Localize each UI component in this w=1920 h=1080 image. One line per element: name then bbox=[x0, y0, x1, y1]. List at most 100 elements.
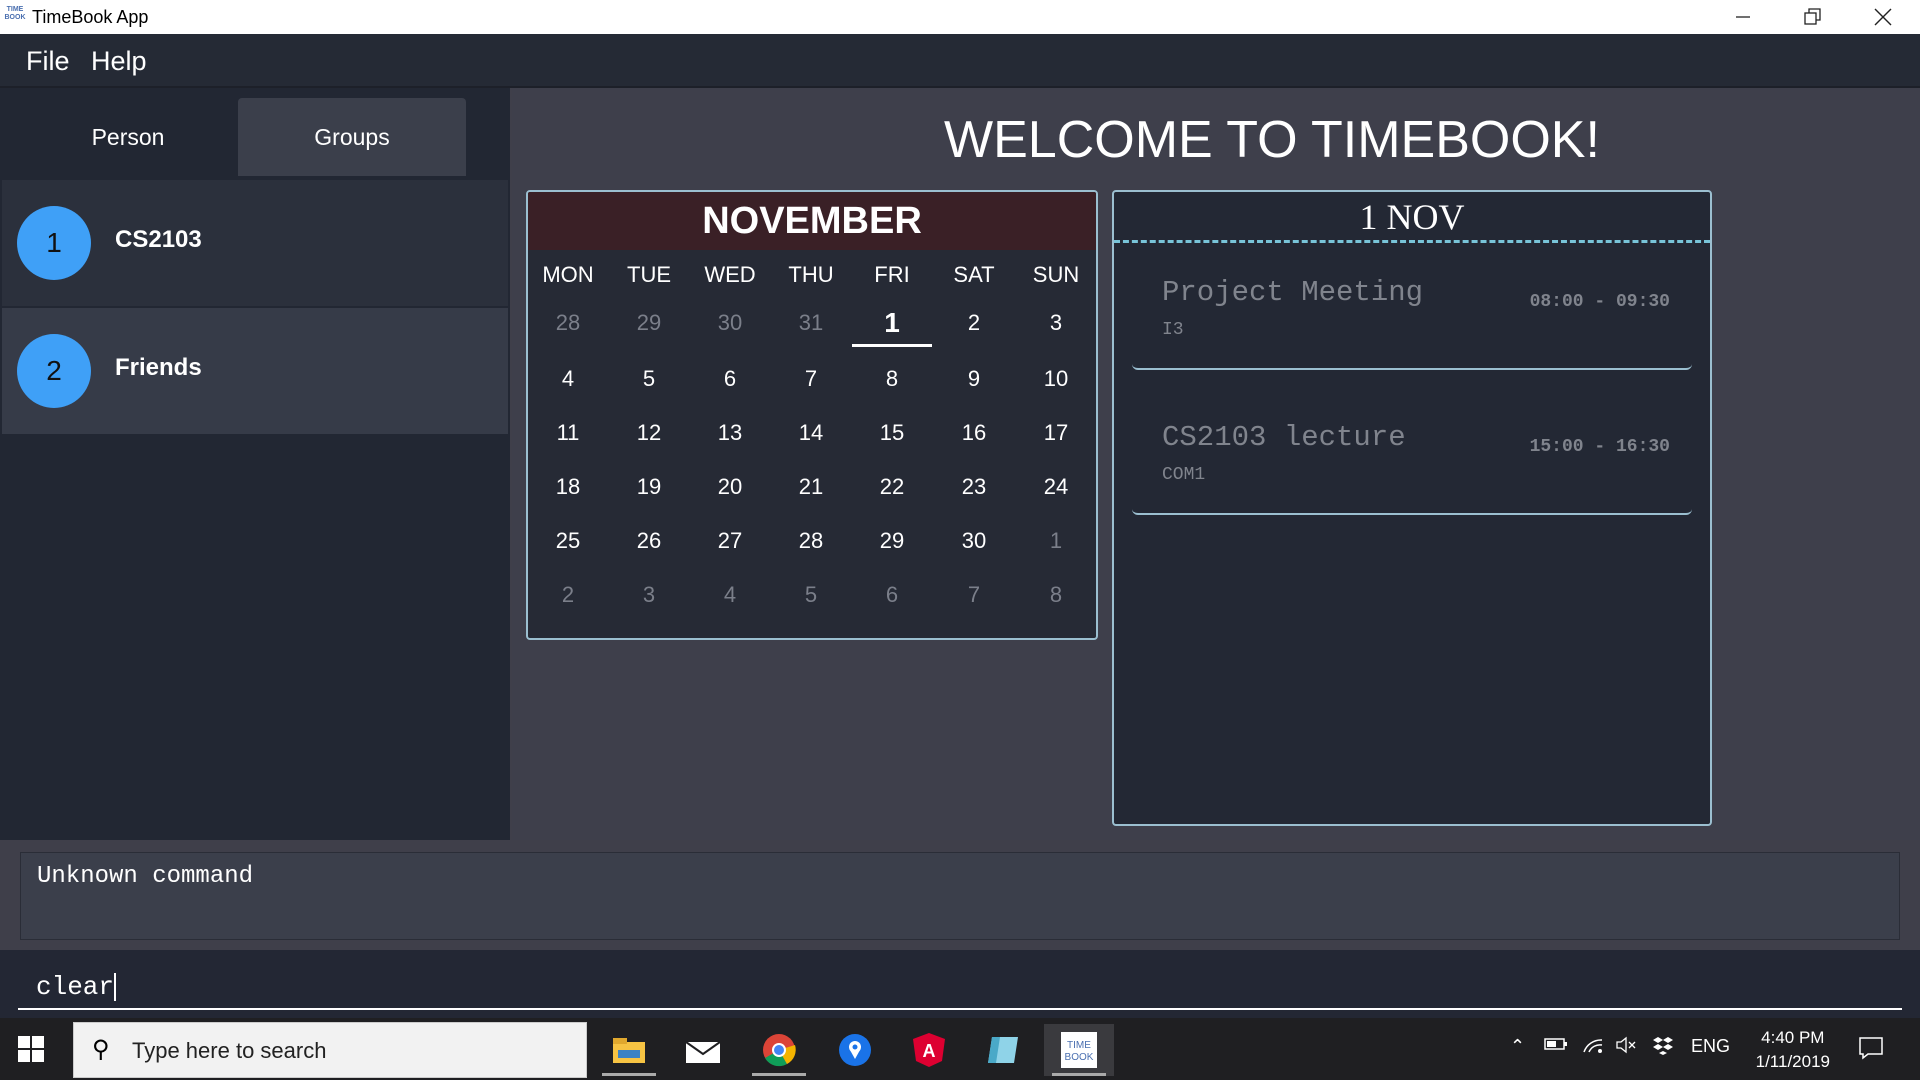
result-text: Unknown command bbox=[37, 863, 254, 890]
calendar-day[interactable]: 15 bbox=[852, 420, 932, 446]
svg-text:BOOK: BOOK bbox=[1065, 1052, 1094, 1063]
calendar-day[interactable]: 8 bbox=[852, 366, 932, 392]
calendar-day[interactable]: 24 bbox=[1016, 474, 1096, 500]
group-index-badge: 1 bbox=[17, 206, 91, 280]
calendar-day[interactable]: 3 bbox=[609, 582, 689, 608]
weekday-label: FRI bbox=[874, 262, 910, 287]
notification-icon[interactable] bbox=[1858, 1036, 1884, 1065]
calendar-day[interactable]: 4 bbox=[528, 366, 608, 392]
group-name: CS2103 bbox=[115, 226, 202, 253]
calendar-day[interactable]: 5 bbox=[771, 582, 851, 608]
group-index-badge: 2 bbox=[17, 334, 91, 408]
chevron-up-icon[interactable]: ⌃ bbox=[1510, 1036, 1525, 1057]
calendar-day[interactable]: 20 bbox=[690, 474, 770, 500]
calendar-day[interactable]: 2 bbox=[934, 310, 1014, 336]
angular-icon[interactable]: A bbox=[894, 1024, 964, 1076]
title-bar: TIME BOOK TimeBook App bbox=[0, 0, 1920, 34]
calendar-day[interactable]: 3 bbox=[1016, 310, 1096, 336]
calendar-day-selected[interactable]: 1 bbox=[852, 307, 932, 339]
calendar-day[interactable]: 29 bbox=[609, 310, 689, 336]
calendar-day[interactable]: 11 bbox=[528, 420, 608, 446]
calendar-day[interactable]: 7 bbox=[771, 366, 851, 392]
battery-icon[interactable] bbox=[1544, 1036, 1568, 1057]
welcome-title: WELCOME TO TIMEBOOK! bbox=[944, 111, 1600, 169]
group-list-item[interactable]: 1 CS2103 bbox=[2, 180, 508, 306]
language-indicator[interactable]: ENG bbox=[1691, 1036, 1730, 1057]
command-text: clear bbox=[36, 972, 115, 1002]
calendar-day[interactable]: 1 bbox=[1016, 528, 1096, 554]
wifi-icon[interactable] bbox=[1582, 1036, 1604, 1059]
text-caret bbox=[114, 973, 117, 1002]
tab-person[interactable]: Person bbox=[14, 98, 242, 176]
calendar-day[interactable]: 31 bbox=[771, 310, 851, 336]
menu-bar: File Help bbox=[0, 34, 1920, 88]
calendar-day[interactable]: 27 bbox=[690, 528, 770, 554]
maps-icon[interactable] bbox=[820, 1024, 890, 1076]
group-name: Friends bbox=[115, 354, 202, 381]
menu-help[interactable]: Help bbox=[91, 46, 147, 77]
calendar-day[interactable]: 28 bbox=[528, 310, 608, 336]
mail-icon[interactable] bbox=[668, 1024, 738, 1076]
calendar-day[interactable]: 7 bbox=[934, 582, 1014, 608]
calendar-day[interactable]: 16 bbox=[934, 420, 1014, 446]
weekday-label: WED bbox=[704, 262, 756, 287]
calendar-day[interactable]: 29 bbox=[852, 528, 932, 554]
calendar-day[interactable]: 10 bbox=[1016, 366, 1096, 392]
calendar-day[interactable]: 5 bbox=[609, 366, 689, 392]
timebook-taskbar-icon[interactable]: TIME BOOK bbox=[1044, 1024, 1114, 1076]
calendar-day[interactable]: 4 bbox=[690, 582, 770, 608]
calendar-day[interactable]: 22 bbox=[852, 474, 932, 500]
result-display: Unknown command bbox=[20, 852, 1900, 940]
tab-groups[interactable]: Groups bbox=[238, 98, 466, 176]
notes-app-icon[interactable] bbox=[968, 1024, 1038, 1076]
calendar-day[interactable]: 26 bbox=[609, 528, 689, 554]
calendar-day[interactable]: 21 bbox=[771, 474, 851, 500]
system-clock[interactable]: 4:40 PM 1/11/2019 bbox=[1756, 1026, 1830, 1074]
calendar-day[interactable]: 6 bbox=[852, 582, 932, 608]
event-location: I3 bbox=[1162, 320, 1184, 340]
menu-file[interactable]: File bbox=[26, 46, 70, 77]
schedule-panel: 1 NOV Project Meeting I3 08:00 - 09:30 C… bbox=[1112, 190, 1712, 826]
calendar-day[interactable]: 13 bbox=[690, 420, 770, 446]
calendar-day[interactable]: 25 bbox=[528, 528, 608, 554]
calendar-day[interactable]: 14 bbox=[771, 420, 851, 446]
chrome-icon[interactable] bbox=[744, 1024, 814, 1076]
event-card[interactable]: CS2103 lecture COM1 15:00 - 16:30 bbox=[1132, 397, 1692, 515]
calendar-day[interactable]: 17 bbox=[1016, 420, 1096, 446]
group-list-item[interactable]: 2 Friends bbox=[2, 308, 508, 434]
file-explorer-icon[interactable] bbox=[594, 1024, 664, 1076]
dropbox-icon[interactable] bbox=[1652, 1036, 1674, 1061]
search-icon: ⚲ bbox=[92, 1036, 110, 1063]
windows-start-button[interactable] bbox=[18, 1036, 46, 1064]
calendar: NOVEMBER MON TUE WED THU FRI SAT SUN 28 29 30 31 1 2… bbox=[526, 190, 1098, 640]
calendar-day[interactable]: 12 bbox=[609, 420, 689, 446]
weekday-label: TUE bbox=[627, 262, 671, 287]
clock-time: 4:40 PM bbox=[1761, 1028, 1825, 1047]
restore-button[interactable] bbox=[1778, 0, 1848, 34]
volume-muted-icon[interactable] bbox=[1616, 1036, 1638, 1059]
calendar-day[interactable]: 19 bbox=[609, 474, 689, 500]
restore-icon bbox=[1804, 8, 1821, 25]
calendar-day[interactable]: 30 bbox=[690, 310, 770, 336]
command-input[interactable]: clear bbox=[18, 960, 1902, 1010]
calendar-grid: MON TUE WED THU FRI SAT SUN 28 29 30 31 1 2 3 4 5 6 7 8 9 10… bbox=[528, 250, 1096, 638]
window-title: TimeBook App bbox=[32, 7, 149, 27]
taskbar-search[interactable]: ⚲ Type here to search bbox=[73, 1022, 587, 1078]
clock-date: 1/11/2019 bbox=[1755, 1052, 1830, 1071]
calendar-day[interactable]: 28 bbox=[771, 528, 851, 554]
calendar-day[interactable]: 18 bbox=[528, 474, 608, 500]
command-area: clear bbox=[0, 950, 1920, 1018]
search-placeholder: Type here to search bbox=[132, 1038, 327, 1063]
event-card[interactable]: Project Meeting I3 08:00 - 09:30 bbox=[1132, 252, 1692, 370]
close-button[interactable] bbox=[1848, 0, 1918, 34]
calendar-day[interactable]: 30 bbox=[934, 528, 1014, 554]
calendar-day[interactable]: 2 bbox=[528, 582, 608, 608]
selected-day-underline bbox=[852, 344, 932, 347]
schedule-divider bbox=[1114, 240, 1710, 243]
minimize-icon bbox=[1736, 16, 1750, 18]
calendar-day[interactable]: 23 bbox=[934, 474, 1014, 500]
calendar-day[interactable]: 8 bbox=[1016, 582, 1096, 608]
calendar-day[interactable]: 6 bbox=[690, 366, 770, 392]
calendar-day[interactable]: 9 bbox=[934, 366, 1014, 392]
minimize-button[interactable] bbox=[1708, 0, 1778, 34]
